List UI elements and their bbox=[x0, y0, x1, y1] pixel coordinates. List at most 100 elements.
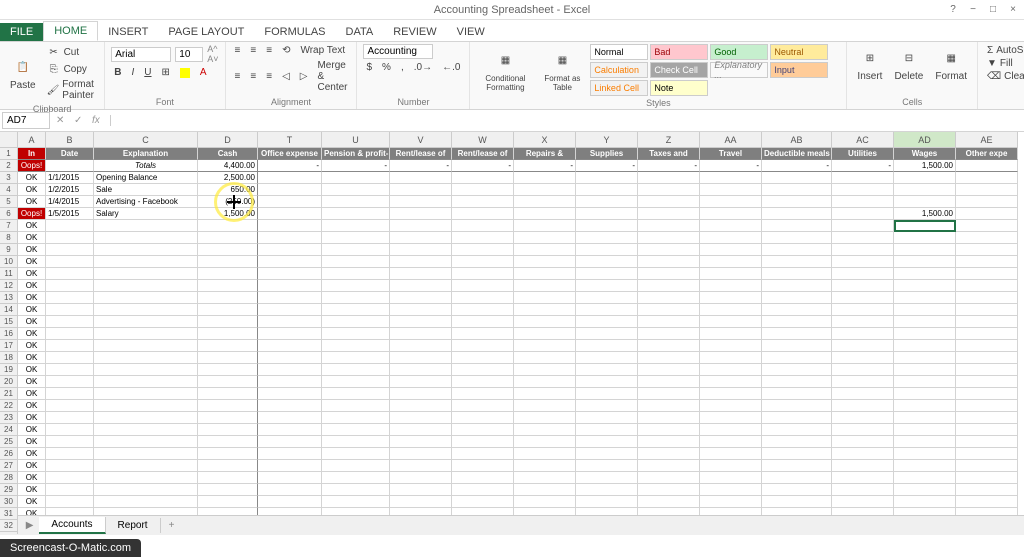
cell[interactable] bbox=[46, 472, 94, 484]
cell[interactable] bbox=[514, 304, 576, 316]
col-header-V[interactable]: V bbox=[390, 132, 452, 148]
cell[interactable] bbox=[700, 328, 762, 340]
cell[interactable] bbox=[700, 292, 762, 304]
cell[interactable] bbox=[46, 160, 94, 172]
cell[interactable]: 1/4/2015 bbox=[46, 196, 94, 208]
cell[interactable] bbox=[700, 208, 762, 220]
cell[interactable] bbox=[198, 412, 258, 424]
cell[interactable] bbox=[390, 232, 452, 244]
cell[interactable] bbox=[514, 352, 576, 364]
cell[interactable] bbox=[322, 280, 390, 292]
cell[interactable] bbox=[94, 352, 198, 364]
cell[interactable]: Sale bbox=[94, 184, 198, 196]
cell[interactable] bbox=[832, 304, 894, 316]
cell[interactable]: Repairs & bbox=[514, 148, 576, 160]
cell[interactable] bbox=[452, 400, 514, 412]
cell[interactable] bbox=[700, 184, 762, 196]
cell[interactable] bbox=[832, 232, 894, 244]
cell[interactable] bbox=[514, 196, 576, 208]
cell[interactable] bbox=[258, 496, 322, 508]
cell[interactable] bbox=[762, 292, 832, 304]
col-header-D[interactable]: D bbox=[198, 132, 258, 148]
cell[interactable] bbox=[258, 400, 322, 412]
cell[interactable] bbox=[956, 376, 1018, 388]
cell[interactable] bbox=[94, 364, 198, 376]
sheet-tab-add[interactable]: + bbox=[161, 518, 183, 533]
cell[interactable] bbox=[322, 316, 390, 328]
tab-data[interactable]: DATA bbox=[336, 23, 384, 41]
cell[interactable] bbox=[452, 436, 514, 448]
cell[interactable] bbox=[322, 484, 390, 496]
close-icon[interactable]: × bbox=[1006, 2, 1020, 16]
cell[interactable]: OK bbox=[18, 328, 46, 340]
row-header-32[interactable]: 32 bbox=[0, 520, 18, 532]
cell[interactable] bbox=[46, 304, 94, 316]
cell[interactable] bbox=[452, 304, 514, 316]
cell[interactable] bbox=[94, 280, 198, 292]
cell[interactable] bbox=[514, 220, 576, 232]
cell[interactable] bbox=[258, 352, 322, 364]
row-header-18[interactable]: 18 bbox=[0, 352, 18, 364]
insert-cells-button[interactable]: ⊞Insert bbox=[853, 44, 886, 84]
cell[interactable] bbox=[322, 184, 390, 196]
cell[interactable]: OK bbox=[18, 448, 46, 460]
conditional-formatting-button[interactable]: ▦Conditional Formatting bbox=[476, 47, 534, 94]
cell[interactable] bbox=[638, 172, 700, 184]
row-header-2[interactable]: 2 bbox=[0, 160, 18, 172]
col-header-X[interactable]: X bbox=[514, 132, 576, 148]
cell[interactable]: OK bbox=[18, 352, 46, 364]
cell[interactable]: Pension & profit- bbox=[322, 148, 390, 160]
row-header-31[interactable]: 31 bbox=[0, 508, 18, 520]
accept-formula-icon[interactable]: ✓ bbox=[74, 115, 88, 126]
cell[interactable] bbox=[390, 292, 452, 304]
cell[interactable] bbox=[638, 280, 700, 292]
cell[interactable] bbox=[258, 460, 322, 472]
cell[interactable] bbox=[576, 496, 638, 508]
cell[interactable]: 1,500.00 bbox=[894, 208, 956, 220]
cell[interactable] bbox=[390, 268, 452, 280]
cell[interactable] bbox=[832, 244, 894, 256]
cell[interactable] bbox=[514, 292, 576, 304]
cell[interactable]: 4,400.00 bbox=[198, 160, 258, 172]
cell[interactable] bbox=[832, 436, 894, 448]
cell[interactable] bbox=[258, 208, 322, 220]
increase-decimal-button[interactable]: .0→ bbox=[411, 61, 435, 74]
cell[interactable]: Rent/lease of bbox=[390, 148, 452, 160]
cell[interactable] bbox=[258, 472, 322, 484]
cell[interactable] bbox=[576, 400, 638, 412]
cell[interactable] bbox=[452, 412, 514, 424]
cell[interactable] bbox=[894, 328, 956, 340]
cell[interactable] bbox=[514, 472, 576, 484]
cell[interactable] bbox=[322, 460, 390, 472]
cell[interactable] bbox=[638, 412, 700, 424]
cell[interactable] bbox=[832, 412, 894, 424]
cell[interactable] bbox=[198, 268, 258, 280]
cell[interactable] bbox=[46, 220, 94, 232]
cell[interactable] bbox=[514, 436, 576, 448]
cell[interactable] bbox=[94, 460, 198, 472]
cell[interactable]: - bbox=[390, 160, 452, 172]
row-header-1[interactable]: 1 bbox=[0, 148, 18, 160]
row-header-12[interactable]: 12 bbox=[0, 280, 18, 292]
font-color-button[interactable]: A bbox=[197, 66, 210, 79]
tab-page-layout[interactable]: PAGE LAYOUT bbox=[158, 23, 254, 41]
cell[interactable] bbox=[700, 484, 762, 496]
cell[interactable] bbox=[700, 376, 762, 388]
cell[interactable]: Office expense bbox=[258, 148, 322, 160]
cell[interactable] bbox=[390, 352, 452, 364]
cell[interactable]: (250.00) bbox=[198, 196, 258, 208]
align-center-button[interactable]: ≡ bbox=[247, 70, 259, 83]
cell[interactable]: - bbox=[514, 160, 576, 172]
format-as-table-button[interactable]: ▦Format as Table bbox=[538, 47, 586, 94]
indent-increase-button[interactable]: ▷ bbox=[297, 70, 311, 83]
cell[interactable]: 1/5/2015 bbox=[46, 208, 94, 220]
cell[interactable] bbox=[258, 388, 322, 400]
cell[interactable]: Utilities bbox=[832, 148, 894, 160]
cell[interactable] bbox=[46, 292, 94, 304]
cell[interactable] bbox=[576, 352, 638, 364]
cell[interactable] bbox=[198, 424, 258, 436]
col-header-Z[interactable]: Z bbox=[638, 132, 700, 148]
cell[interactable] bbox=[390, 376, 452, 388]
cell[interactable] bbox=[956, 196, 1018, 208]
cell[interactable] bbox=[576, 328, 638, 340]
